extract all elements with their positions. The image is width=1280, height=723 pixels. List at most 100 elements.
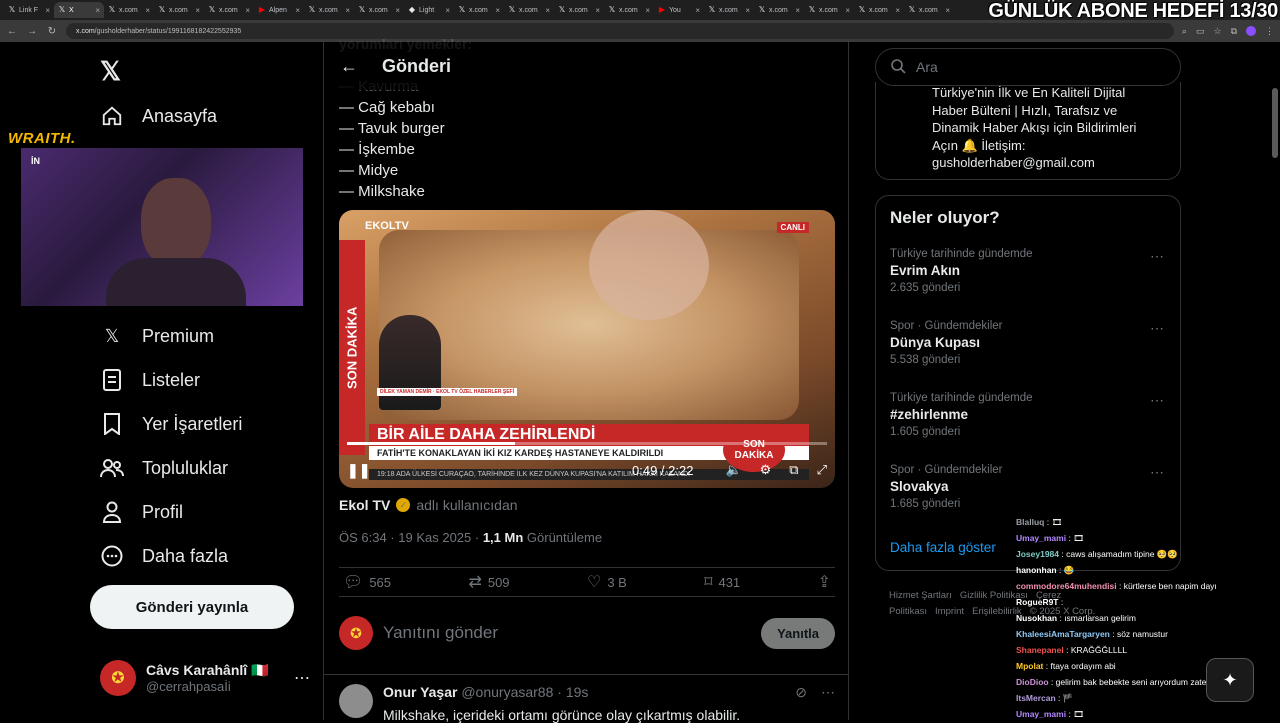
browser-tab[interactable]: 𝕏 Link F × (4, 2, 54, 18)
volume-icon[interactable]: 🔈 (725, 462, 741, 478)
browser-tab-label: x.com (319, 6, 338, 14)
fullscreen-icon[interactable]: ⤢ (817, 462, 827, 478)
trend-more-icon[interactable]: ⋯ (1150, 248, 1164, 265)
reply-action[interactable]: 💬︎ 565 (343, 572, 391, 592)
pause-icon[interactable]: ❚❚ (347, 462, 370, 479)
footer-link[interactable]: Hizmet Şartları (889, 590, 952, 601)
bookmark-action[interactable]: ⌑ 431 (704, 572, 740, 592)
close-tab-icon[interactable]: × (45, 6, 50, 15)
close-tab-icon[interactable]: × (495, 6, 500, 15)
reload-icon[interactable]: ↻ (46, 26, 58, 37)
post-timestamp[interactable]: ÖS 6:34 · 19 Kas 2025 · (339, 530, 483, 545)
star-icon[interactable]: ☆ (1213, 26, 1221, 37)
close-tab-icon[interactable]: × (295, 6, 300, 15)
grok-icon[interactable]: ⊘ (795, 684, 807, 701)
video-progress-bar[interactable] (347, 442, 827, 445)
picture-in-picture-icon[interactable]: ⧉ (789, 462, 798, 478)
browser-menu-icon[interactable]: ⋮ (1265, 26, 1274, 37)
browser-tab[interactable]: 𝕏x.com × (904, 2, 954, 18)
browser-tab[interactable]: 𝕏x.com × (604, 2, 654, 18)
nav-more[interactable]: Daha fazla (100, 544, 228, 568)
reply-input[interactable]: Yanıtını gönder (383, 623, 498, 643)
close-tab-icon[interactable]: × (795, 6, 800, 15)
browser-tab-label: x.com (619, 6, 638, 14)
settings-gear-icon[interactable]: ⚙ (760, 462, 772, 478)
browser-tab[interactable]: ▶ You × (654, 2, 704, 18)
browser-profile-avatar[interactable] (1246, 26, 1256, 36)
close-tab-icon[interactable]: × (395, 6, 400, 15)
trend-more-icon[interactable]: ⋯ (1150, 464, 1164, 481)
browser-tab[interactable]: 𝕏x.com × (704, 2, 754, 18)
trend-item[interactable]: Spor · Gündemdekiler Dünya Kupası 5.538 gö… (890, 320, 1170, 366)
trend-item[interactable]: Türkiye tarihinde gündemde Evrim Akın 2.63… (890, 248, 1170, 294)
reply-tweet[interactable]: Onur Yaşar @onuryasar88 · 19s ⊘ ⋯ Milksha… (339, 684, 835, 723)
post-button[interactable]: Gönderi yayınla (90, 585, 294, 629)
close-tab-icon[interactable]: × (895, 6, 900, 15)
browser-tab[interactable]: 𝕏x.com × (304, 2, 354, 18)
close-tab-icon[interactable]: × (195, 6, 200, 15)
x-logo-icon[interactable]: 𝕏 (100, 56, 121, 87)
reply-button[interactable]: Yanıtla (761, 617, 835, 649)
comment-author[interactable]: Onur Yaşar (383, 684, 457, 701)
browser-tab[interactable]: 𝕏x.com × (454, 2, 504, 18)
browser-tab[interactable]: 𝕏x.com × (504, 2, 554, 18)
trend-more-icon[interactable]: ⋯ (1150, 320, 1164, 337)
browser-tab[interactable]: 𝕏x.com × (854, 2, 904, 18)
more-dots-icon[interactable]: ⋯ (294, 668, 310, 688)
back-icon[interactable]: ← (6, 26, 18, 37)
trend-item[interactable]: Türkiye tarihinde gündemde #zehirlenme 1.6… (890, 392, 1170, 438)
extensions-icon[interactable]: ⧉ (1231, 26, 1237, 37)
close-tab-icon[interactable]: × (745, 6, 750, 15)
nav-bookmarks[interactable]: Yer İşaretleri (100, 412, 242, 436)
close-tab-icon[interactable]: × (945, 6, 950, 15)
close-tab-icon[interactable]: × (345, 6, 350, 15)
browser-tab[interactable]: ◆ Light × (404, 2, 454, 18)
close-tab-icon[interactable]: × (845, 6, 850, 15)
comment-more-icon[interactable]: ⋯ (821, 684, 835, 701)
video-player[interactable]: SON DAKİKA EKOLTV CANLI DİLEK YAMAN DEMİ… (339, 210, 835, 488)
scrollbar[interactable] (1272, 88, 1278, 158)
forward-icon[interactable]: → (26, 26, 38, 37)
browser-tab[interactable]: 𝕏x.com × (554, 2, 604, 18)
browser-tab[interactable]: 𝕏x.com × (354, 2, 404, 18)
cast-icon[interactable]: ▭ (1196, 26, 1205, 37)
nav-home[interactable]: Anasayfa (100, 104, 217, 128)
close-tab-icon[interactable]: × (445, 6, 450, 15)
nav-profile[interactable]: Profil (100, 500, 183, 524)
search-input[interactable]: Ara (875, 48, 1181, 86)
close-tab-icon[interactable]: × (145, 6, 150, 15)
browser-tab[interactable]: 𝕏x.com × (204, 2, 254, 18)
browser-tab[interactable]: ▶ Alpen × (254, 2, 304, 18)
like-action[interactable]: ♡ 3 B (587, 572, 627, 592)
show-more-link[interactable]: Daha fazla göster (890, 540, 996, 555)
trend-item[interactable]: Spor · Gündemdekiler Slovakya 1.685 gönder… (890, 464, 1170, 510)
browser-tab[interactable]: 𝕏 X × (54, 2, 104, 18)
close-tab-icon[interactable]: × (645, 6, 650, 15)
browser-tab[interactable]: 𝕏x.com × (754, 2, 804, 18)
nav-lists[interactable]: Listeler (100, 368, 200, 392)
back-arrow-icon[interactable]: ← (340, 56, 358, 77)
close-tab-icon[interactable]: × (245, 6, 250, 15)
zoom-icon[interactable]: ⌕ (1182, 26, 1187, 37)
close-tab-icon[interactable]: × (95, 6, 100, 15)
comment-avatar (339, 684, 373, 718)
footer-link[interactable]: Imprint (935, 606, 964, 617)
close-tab-icon[interactable]: × (545, 6, 550, 15)
trend-more-icon[interactable]: ⋯ (1150, 392, 1164, 409)
close-tab-icon[interactable]: × (595, 6, 600, 15)
attribution-name[interactable]: Ekol TV (339, 497, 390, 513)
nav-communities[interactable]: Topluluklar (100, 456, 228, 480)
browser-tab-label: Alpen (269, 6, 287, 14)
account-switcher[interactable]: ✪ Câvs Karahânlî 🇮🇹 @cerrahpasaİi ⋯ (100, 660, 310, 696)
chat-text: söz namustur (1116, 629, 1168, 639)
browser-tab[interactable]: 𝕏x.com × (154, 2, 204, 18)
browser-tab[interactable]: 𝕏x.com × (104, 2, 154, 18)
url-field[interactable]: x.com/gusholderhaber/status/199116818242… (66, 23, 1174, 39)
chat-message: commodore64muhendisi : kürtlerse ben nap… (1016, 578, 1280, 594)
nav-premium[interactable]: 𝕏 Premium (100, 324, 214, 348)
close-tab-icon[interactable]: × (695, 6, 700, 15)
footer-link[interactable]: Erişilebilirlik (972, 606, 1022, 617)
repost-action[interactable]: ⇄ 509 (468, 572, 509, 592)
share-action[interactable]: ⇪ (818, 572, 831, 592)
browser-tab[interactable]: 𝕏x.com × (804, 2, 854, 18)
